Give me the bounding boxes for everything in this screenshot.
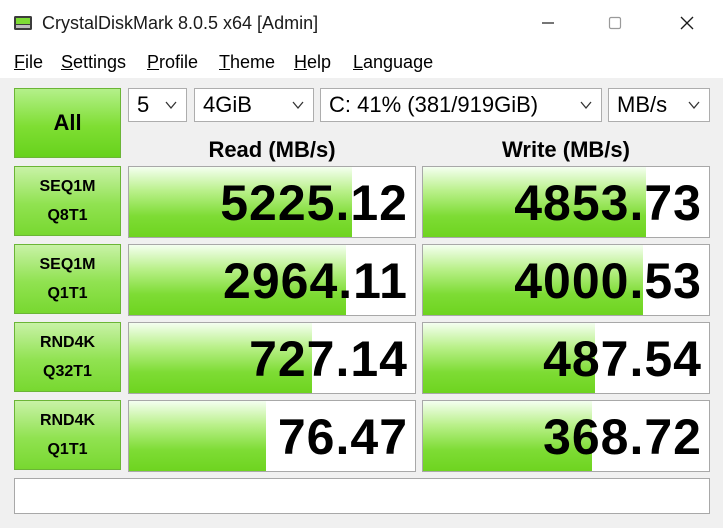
write-result-value: 4853.73 [514, 175, 702, 231]
minimize-button[interactable] [518, 0, 578, 46]
window-title: CrystalDiskMark 8.0.5 x64 [Admin] [42, 13, 319, 33]
test-button-seq1m-q8t1[interactable]: SEQ1M Q8T1 [14, 166, 121, 236]
read-result-value: 727.14 [249, 331, 408, 387]
minimize-icon [542, 22, 554, 24]
maximize-button[interactable] [585, 0, 645, 46]
write-result-cell: 487.54 [422, 322, 710, 394]
menu-theme[interactable]: Theme [219, 51, 275, 73]
test-size-value: 4GiB [203, 92, 252, 117]
write-result-value: 487.54 [543, 331, 702, 387]
test-button-rnd4k-q32t1[interactable]: RND4K Q32T1 [14, 322, 121, 392]
write-result-value: 4000.53 [514, 253, 702, 309]
title-bar[interactable]: CrystalDiskMark 8.0.5 x64 [Admin] [0, 0, 723, 46]
menu-file[interactable]: File [14, 51, 43, 73]
menu-language[interactable]: Language [353, 51, 433, 73]
unit-value: MB/s [617, 92, 668, 117]
write-result-value: 368.72 [543, 409, 702, 465]
write-result-cell: 4853.73 [422, 166, 710, 238]
read-result-value: 5225.12 [220, 175, 408, 231]
read-result-value: 2964.11 [223, 253, 408, 309]
read-result-cell: 5225.12 [128, 166, 416, 238]
test-params: Q8T1 [47, 207, 88, 224]
chevron-down-icon [580, 101, 592, 110]
menu-bar: File Settings Profile Theme Help Languag… [0, 48, 723, 76]
test-count-select[interactable]: 5 [128, 88, 187, 122]
write-column-header: Write (MB/s) [502, 137, 630, 162]
drive-value: C: 41% (381/919GiB) [329, 92, 539, 117]
maximize-icon [608, 16, 622, 30]
read-result-bar [129, 401, 267, 471]
menu-settings[interactable]: Settings [61, 51, 126, 73]
chevron-down-icon [292, 101, 304, 110]
test-count-value: 5 [137, 92, 150, 117]
test-size-select[interactable]: 4GiB [194, 88, 314, 122]
close-icon [680, 16, 694, 30]
test-name: RND4K [39, 334, 96, 351]
drive-select[interactable]: C: 41% (381/919GiB) [320, 88, 602, 122]
read-result-cell: 2964.11 [128, 244, 416, 316]
test-name: SEQ1M [39, 256, 96, 273]
menu-profile[interactable]: Profile [147, 51, 198, 73]
test-button-seq1m-q1t1[interactable]: SEQ1M Q1T1 [14, 244, 121, 314]
write-result-cell: 368.72 [422, 400, 710, 472]
chevron-down-icon [165, 101, 177, 110]
app-window: CrystalDiskMark 8.0.5 x64 [Admin] File S… [0, 0, 723, 528]
test-name: SEQ1M [39, 178, 96, 195]
test-button-rnd4k-q1t1[interactable]: RND4K Q1T1 [14, 400, 121, 470]
read-result-cell: 727.14 [128, 322, 416, 394]
test-params: Q32T1 [43, 363, 92, 380]
write-result-cell: 4000.53 [422, 244, 710, 316]
test-name: RND4K [39, 412, 96, 429]
chevron-down-icon [688, 101, 700, 110]
read-result-value: 76.47 [277, 409, 408, 465]
disk-icon [14, 16, 32, 30]
close-button[interactable] [657, 0, 717, 46]
menu-help[interactable]: Help [294, 51, 331, 73]
read-column-header: Read (MB/s) [208, 137, 336, 162]
test-params: Q1T1 [47, 285, 88, 302]
unit-select[interactable]: MB/s [608, 88, 710, 122]
test-params: Q1T1 [47, 441, 88, 458]
run-all-button[interactable]: All [14, 88, 121, 158]
comment-field[interactable] [14, 478, 710, 514]
read-result-cell: 76.47 [128, 400, 416, 472]
